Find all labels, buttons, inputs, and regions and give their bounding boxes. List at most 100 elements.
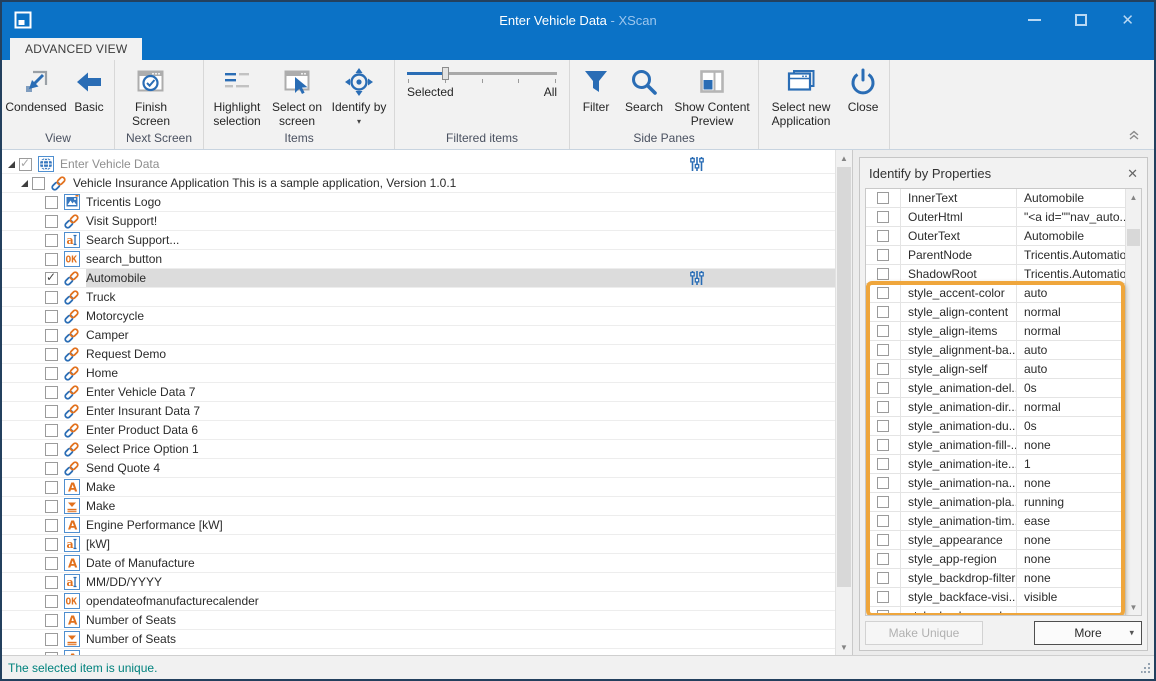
minimize-icon[interactable] [1028, 19, 1041, 21]
tree-row[interactable]: Automobile [2, 269, 835, 288]
resize-grip-icon[interactable] [1141, 662, 1151, 676]
tree-row[interactable]: Enter Vehicle Data [2, 155, 835, 174]
property-checkbox[interactable] [877, 192, 889, 204]
tree-row[interactable]: aSearch Support... [2, 231, 835, 250]
property-checkbox[interactable] [877, 553, 889, 565]
tree-row-checkbox[interactable] [45, 215, 58, 228]
property-checkbox[interactable] [877, 439, 889, 451]
tree-row-checkbox[interactable] [45, 576, 58, 589]
tree-row-checkbox[interactable] [45, 557, 58, 570]
filter-button[interactable]: Filter [573, 60, 619, 115]
filtered-items-slider[interactable]: Selected All [407, 72, 557, 99]
property-checkbox[interactable] [877, 344, 889, 356]
tree-row[interactable]: OKopendateofmanufacturecalender [2, 592, 835, 611]
property-row[interactable]: style_animation-fill-...none [866, 436, 1125, 455]
tree-scroll-up-icon[interactable]: ▲ [836, 150, 852, 166]
property-checkbox[interactable] [877, 230, 889, 242]
property-row[interactable]: style_animation-del...0s [866, 379, 1125, 398]
collapse-ribbon-icon[interactable] [1128, 127, 1140, 145]
tree-scrollbar[interactable]: ▲ ▼ [835, 150, 852, 655]
tree-row[interactable]: AEngine Performance [kW] [2, 516, 835, 535]
property-row[interactable]: style_appearancenone [866, 531, 1125, 550]
tree-row-checkbox[interactable] [45, 291, 58, 304]
finish-screen-button[interactable]: Finish Screen [118, 60, 184, 129]
tree-row[interactable]: Request Demo [2, 345, 835, 364]
property-row[interactable]: style_align-selfauto [866, 360, 1125, 379]
tree-row[interactable]: Motorcycle [2, 307, 835, 326]
property-row[interactable]: ParentNodeTricentis.Automatio... [866, 246, 1125, 265]
show-content-preview-button[interactable]: Show Content Preview [669, 60, 755, 129]
tree-row-checkbox[interactable] [45, 481, 58, 494]
tree-row[interactable]: Enter Vehicle Data 7 [2, 383, 835, 402]
tree-row-checkbox[interactable] [45, 196, 58, 209]
tree-row-checkbox[interactable] [45, 329, 58, 342]
property-row[interactable]: style_align-itemsnormal [866, 322, 1125, 341]
tree-row[interactable]: Truck [2, 288, 835, 307]
property-row[interactable]: style_background-... [866, 607, 1125, 616]
tree-row[interactable]: Camper [2, 326, 835, 345]
property-row[interactable]: OuterTextAutomobile [866, 227, 1125, 246]
identify-by-button[interactable]: Identify by ▾ [327, 60, 391, 126]
tree-row[interactable]: aMM/DD/YYYY [2, 573, 835, 592]
property-checkbox[interactable] [877, 496, 889, 508]
property-row[interactable]: style_app-regionnone [866, 550, 1125, 569]
property-checkbox[interactable] [877, 420, 889, 432]
property-checkbox[interactable] [877, 287, 889, 299]
property-checkbox[interactable] [877, 306, 889, 318]
property-checkbox[interactable] [877, 382, 889, 394]
tree-row-checkbox[interactable] [45, 500, 58, 513]
search-button[interactable]: Search [619, 60, 669, 115]
tree-row[interactable]: a[kW] [2, 535, 835, 554]
filter-slider-thumb[interactable] [442, 67, 449, 80]
tree-row-checkbox[interactable] [45, 595, 58, 608]
property-checkbox[interactable] [877, 572, 889, 584]
property-checkbox[interactable] [877, 477, 889, 489]
property-checkbox[interactable] [877, 363, 889, 375]
properties-scroll-thumb[interactable] [1127, 229, 1140, 246]
tree-row[interactable]: OKsearch_button [2, 250, 835, 269]
property-row[interactable]: style_animation-na...none [866, 474, 1125, 493]
tree-scroll-thumb[interactable] [837, 167, 851, 587]
property-checkbox[interactable] [877, 534, 889, 546]
basic-button[interactable]: Basic [67, 60, 111, 115]
make-unique-button[interactable]: Make Unique [865, 621, 983, 645]
property-row[interactable]: style_animation-tim...ease [866, 512, 1125, 531]
more-button[interactable]: More▾ [1034, 621, 1142, 645]
tree-row-checkbox[interactable] [45, 443, 58, 456]
property-row[interactable]: ShadowRootTricentis.Automatio... [866, 265, 1125, 284]
expander-icon[interactable] [18, 178, 30, 188]
condensed-button[interactable]: Condensed [5, 60, 67, 115]
tree-scroll-down-icon[interactable]: ▼ [836, 639, 852, 655]
tree-row[interactable]: ADate of Manufacture [2, 554, 835, 573]
tree-row-checkbox[interactable] [45, 272, 58, 285]
tree-row-checkbox[interactable] [45, 519, 58, 532]
expander-icon[interactable] [5, 159, 17, 169]
properties-scrollbar[interactable]: ▲ ▼ [1125, 189, 1141, 615]
select-on-screen-button[interactable]: Select on screen [267, 60, 327, 129]
close-xscan-button[interactable]: Close [840, 60, 886, 115]
tree-row-checkbox[interactable] [45, 234, 58, 247]
highlight-selection-button[interactable]: Highlight selection [207, 60, 267, 129]
property-checkbox[interactable] [877, 515, 889, 527]
property-checkbox[interactable] [877, 591, 889, 603]
property-checkbox[interactable] [877, 249, 889, 261]
tree-row-checkbox[interactable] [45, 424, 58, 437]
property-checkbox[interactable] [877, 325, 889, 337]
tree-row[interactable]: AMake [2, 478, 835, 497]
tree-row[interactable]: Visit Support! [2, 212, 835, 231]
tree-row[interactable]: Number of Seats [2, 630, 835, 649]
tab-advanced-view[interactable]: ADVANCED VIEW [10, 38, 142, 60]
property-row[interactable]: style_animation-ite...1 [866, 455, 1125, 474]
tree-row-checkbox[interactable] [45, 633, 58, 646]
tree-row[interactable]: Tricentis Logo [2, 193, 835, 212]
properties-scroll-up-icon[interactable]: ▲ [1126, 189, 1141, 205]
tree-row[interactable]: ANumber of Seats [2, 611, 835, 630]
tree-row-checkbox[interactable] [45, 405, 58, 418]
select-new-application-button[interactable]: Select new Application [762, 60, 840, 129]
tree-row-checkbox[interactable] [32, 177, 45, 190]
property-row[interactable]: style_accent-colorauto [866, 284, 1125, 303]
close-window-icon[interactable]: ✕ [1121, 13, 1134, 28]
tree-row-checkbox[interactable] [45, 348, 58, 361]
tree-row-checkbox[interactable] [45, 386, 58, 399]
property-row[interactable]: style_animation-pla...running [866, 493, 1125, 512]
